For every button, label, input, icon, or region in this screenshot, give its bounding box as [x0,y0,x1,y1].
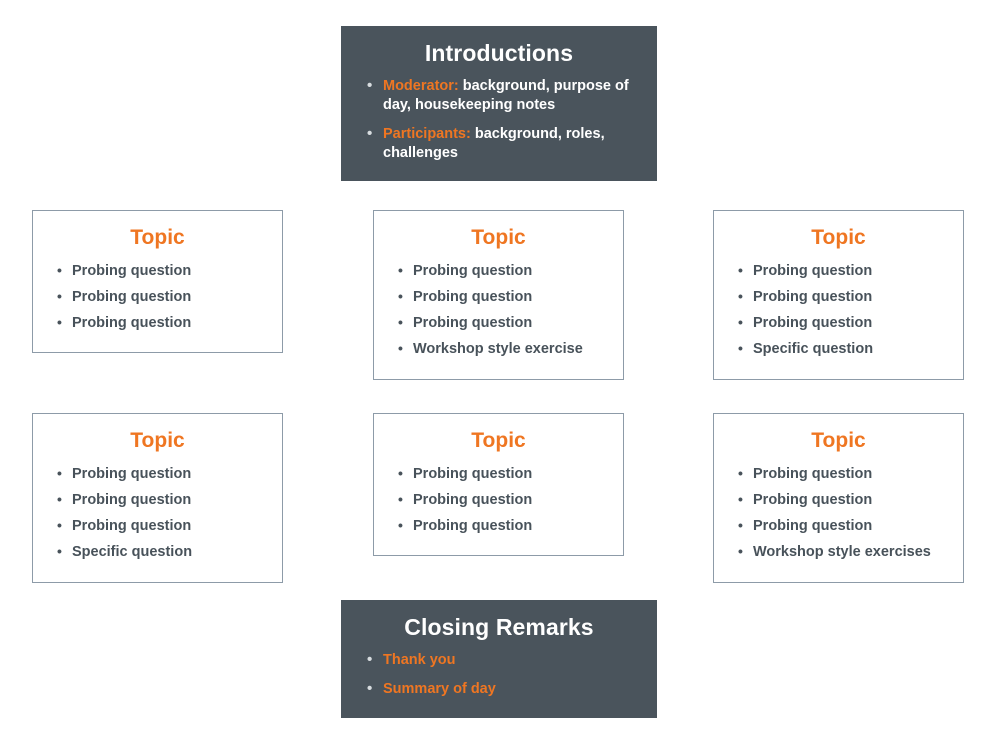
topic-bullet-item: Probing question [57,261,268,280]
topic-bullet-item: Workshop style exercises [738,542,949,561]
introductions-bullet-item: Participants: background, roles, challen… [367,124,635,163]
introductions-panel: Introductions Moderator: background, pur… [341,26,657,181]
topic-bullet-item: Specific question [57,542,268,561]
topic-bullet-item: Probing question [57,313,268,332]
introductions-bullet-list: Moderator: background, purpose of day, h… [341,76,657,163]
agenda-diagram-canvas: Introductions Moderator: background, pur… [0,0,1000,745]
topic-bullet-item: Probing question [738,516,949,535]
topic-card-4: Topic Probing question Probing question … [32,413,283,583]
topic-card-title: Topic [471,429,526,452]
topic-bullet-item: Probing question [398,490,609,509]
topic-bullet-item: Probing question [738,261,949,280]
topic-bullet-item: Probing question [738,464,949,483]
introductions-bullet-item: Moderator: background, purpose of day, h… [367,76,635,115]
bullet-lead-label: Participants: [383,126,471,142]
topic-card-title: Topic [811,226,866,249]
topic-bullet-item: Probing question [738,287,949,306]
closing-remarks-panel: Closing Remarks Thank you Summary of day [341,600,657,718]
topic-card-bullet-list: Probing question Probing question Probin… [714,464,963,561]
topic-bullet-item: Probing question [57,464,268,483]
topic-card-bullet-list: Probing question Probing question Probin… [374,261,623,358]
topic-card-title: Topic [130,226,185,249]
bullet-lead-label: Moderator: [383,78,459,94]
topic-bullet-item: Specific question [738,339,949,358]
topic-bullet-item: Probing question [57,490,268,509]
topic-card-title: Topic [811,429,866,452]
topic-bullet-item: Probing question [57,287,268,306]
topic-bullet-item: Probing question [57,516,268,535]
closing-bullet-item: Summary of day [367,679,635,699]
introductions-title: Introductions [424,40,574,66]
closing-bullet-item: Thank you [367,650,635,670]
topic-bullet-item: Probing question [398,261,609,280]
topic-bullet-item: Probing question [398,313,609,332]
topic-card-bullet-list: Probing question Probing question Probin… [374,464,623,535]
topic-card-2: Topic Probing question Probing question … [373,210,624,380]
topic-card-bullet-list: Probing question Probing question Probin… [33,261,282,332]
topic-card-3: Topic Probing question Probing question … [713,210,964,380]
topic-bullet-item: Probing question [738,313,949,332]
topic-card-title: Topic [130,429,185,452]
topic-card-bullet-list: Probing question Probing question Probin… [33,464,282,561]
topic-card-5: Topic Probing question Probing question … [373,413,624,556]
topic-card-bullet-list: Probing question Probing question Probin… [714,261,963,358]
topic-bullet-item: Workshop style exercise [398,339,609,358]
topic-card-title: Topic [471,226,526,249]
topic-bullet-item: Probing question [398,464,609,483]
closing-remarks-bullet-list: Thank you Summary of day [341,650,657,699]
topic-bullet-item: Probing question [398,516,609,535]
closing-remarks-title: Closing Remarks [404,614,594,640]
topic-card-1: Topic Probing question Probing question … [32,210,283,353]
topic-bullet-item: Probing question [738,490,949,509]
topic-card-6: Topic Probing question Probing question … [713,413,964,583]
topic-bullet-item: Probing question [398,287,609,306]
